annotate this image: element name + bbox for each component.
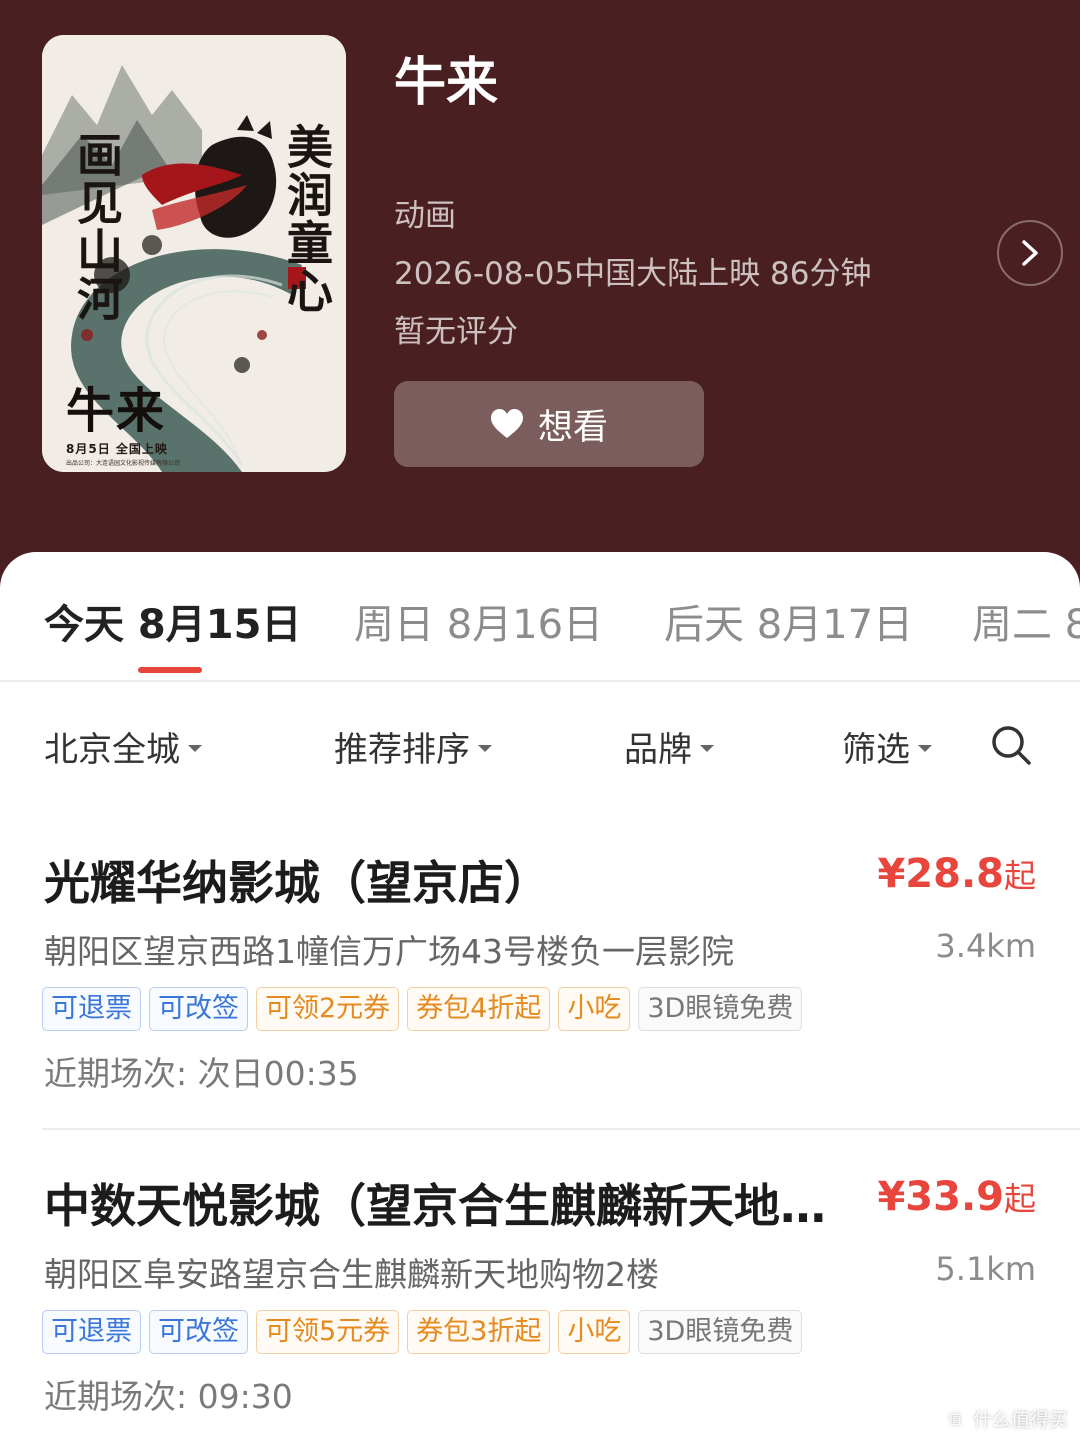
movie-title: 牛来: [394, 53, 499, 113]
tag-coupon: 可领5元券: [256, 1310, 400, 1354]
cinema-tags: 可退票 可改签 可领5元券 券包3折起 小吃 3D眼镜免费: [42, 1310, 803, 1354]
tag-changeable: 可改签: [149, 987, 248, 1031]
filter-city[interactable]: 北京全城: [44, 722, 202, 771]
tag-3d-glasses: 3D眼镜免费: [638, 1310, 803, 1354]
filter-more-label: 筛选: [842, 730, 910, 770]
price-suffix: 起: [1003, 1180, 1036, 1218]
cinema-distance: 3.4km: [935, 927, 1036, 965]
cinema-distance: 5.1km: [935, 1250, 1036, 1288]
poster-left-slogan: 画见山河: [70, 131, 124, 323]
list-divider: [42, 1128, 1080, 1130]
cinema-next-showtime: 近期场次: 次日00:35: [44, 1054, 359, 1093]
cinema-price: ¥33.9 起: [877, 1174, 1036, 1220]
active-tab-indicator: [138, 667, 202, 673]
poster-release-date: 8月5日 全国上映: [66, 442, 168, 456]
poster-company: 出品公司：大连语园文化影视传媒有限公司: [66, 460, 181, 467]
cinema-next-showtime: 近期场次: 09:30: [44, 1377, 293, 1416]
filter-brand[interactable]: 品牌: [624, 722, 714, 771]
cinema-address: 朝阳区阜安路望京合生麒麟新天地购物2楼: [44, 1255, 659, 1294]
chevron-right-icon: [1022, 240, 1038, 266]
movie-header: 画见山河 美润童心 牛来 8月5日 全国上映 出品公司：大连语园文化影视传媒有限…: [0, 0, 1080, 600]
price-suffix: 起: [1003, 857, 1036, 895]
tab-date-today[interactable]: 今天 8月15日: [44, 592, 301, 650]
movie-detail-button[interactable]: [997, 220, 1063, 286]
date-tab-bar: 今天 8月15日 周日 8月16日 后天 8月17日 周二 8: [0, 552, 1080, 682]
cinema-address: 朝阳区望京西路1幢信万广场43号楼负一层影院: [44, 932, 734, 971]
tag-coupon-pack: 券包4折起: [407, 987, 551, 1031]
want-to-watch-button[interactable]: 想看: [394, 381, 704, 467]
filter-bar: 北京全城 推荐排序 品牌 筛选: [0, 712, 1080, 782]
cinema-list-item[interactable]: 光耀华纳影城（望京店） ¥28.8 起 朝阳区望京西路1幢信万广场43号楼负一层…: [0, 847, 1080, 1167]
caret-down-icon: [700, 745, 714, 752]
movie-genre: 动画: [394, 198, 456, 234]
tag-refundable: 可退票: [42, 987, 141, 1031]
tab-date-sunday[interactable]: 周日 8月16日: [354, 592, 603, 650]
watermark-logo-icon: 值: [942, 1406, 967, 1431]
movie-poster[interactable]: 画见山河 美润童心 牛来 8月5日 全国上映 出品公司：大连语园文化影视传媒有限…: [42, 35, 346, 472]
tag-refundable: 可退票: [42, 1310, 141, 1354]
filter-city-label: 北京全城: [44, 730, 180, 770]
movie-rating: 暂无评分: [394, 314, 518, 350]
tag-changeable: 可改签: [149, 1310, 248, 1354]
tag-coupon: 可领2元券: [256, 987, 400, 1031]
filter-sort[interactable]: 推荐排序: [334, 722, 492, 771]
caret-down-icon: [188, 745, 202, 752]
price-amount: ¥28.8: [877, 851, 1004, 897]
cinema-list-item[interactable]: 中数天悦影城（望京合生麒麟新天地店） ¥33.9 起 朝阳区阜安路望京合生麒麟新…: [0, 1170, 1080, 1440]
caret-down-icon: [478, 745, 492, 752]
site-watermark: 值 什么值得买: [942, 1405, 1068, 1432]
filter-brand-label: 品牌: [624, 730, 692, 770]
tab-date-day-after[interactable]: 后天 8月17日: [664, 592, 913, 650]
cinema-price: ¥28.8 起: [877, 851, 1036, 897]
showtime-sheet: 今天 8月15日 周日 8月16日 后天 8月17日 周二 8 北京全城 推荐排…: [0, 552, 1080, 1440]
tag-snacks: 小吃: [558, 987, 631, 1031]
price-amount: ¥33.9: [877, 1174, 1004, 1220]
tag-3d-glasses: 3D眼镜免费: [638, 987, 803, 1031]
heart-icon: [490, 408, 524, 440]
tag-coupon-pack: 券包3折起: [407, 1310, 551, 1354]
want-to-watch-label: 想看: [537, 407, 608, 448]
tab-date-tuesday[interactable]: 周二 8: [972, 592, 1080, 650]
cinema-name: 中数天悦影城（望京合生麒麟新天地店）: [44, 1179, 864, 1233]
poster-right-slogan: 美润童心: [280, 123, 334, 315]
caret-down-icon: [918, 745, 932, 752]
search-icon[interactable]: [990, 724, 1032, 766]
tag-snacks: 小吃: [558, 1310, 631, 1354]
filter-sort-label: 推荐排序: [334, 730, 470, 770]
cinema-name: 光耀华纳影城（望京店）: [44, 856, 550, 910]
movie-release-info: 2026-08-05中国大陆上映 86分钟: [394, 256, 872, 292]
cinema-tags: 可退票 可改签 可领2元券 券包4折起 小吃 3D眼镜免费: [42, 987, 803, 1031]
watermark-text: 什么值得买: [972, 1409, 1068, 1431]
poster-title: 牛来: [66, 383, 167, 439]
filter-more[interactable]: 筛选: [842, 722, 932, 771]
